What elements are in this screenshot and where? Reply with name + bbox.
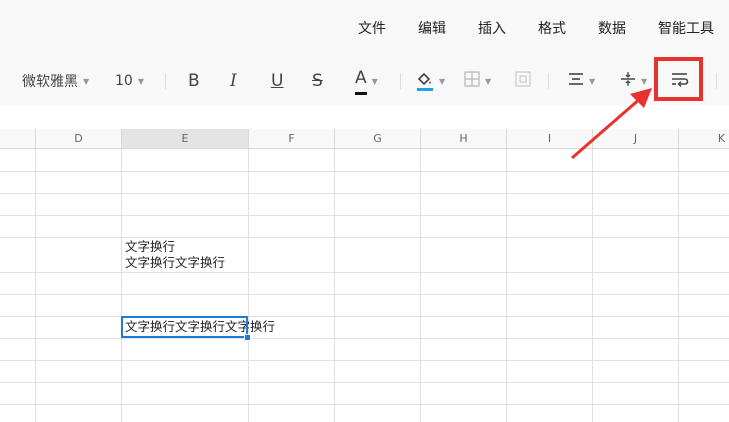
annotation-arrow-icon bbox=[571, 88, 652, 160]
